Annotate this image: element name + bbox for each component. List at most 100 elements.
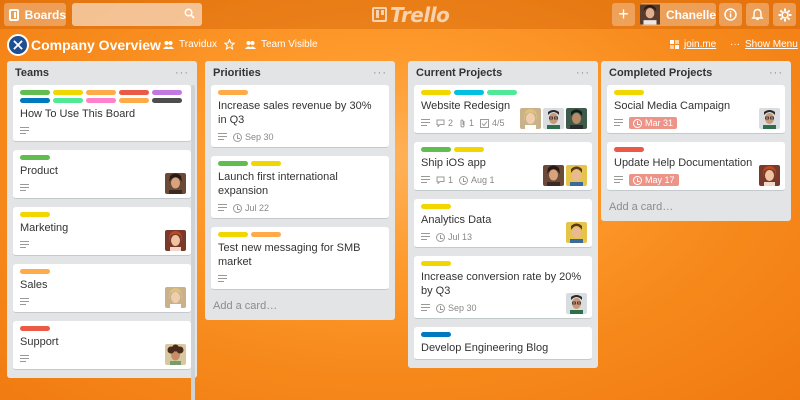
card[interactable]: How To Use This Board xyxy=(13,85,191,142)
card-label[interactable] xyxy=(86,90,116,95)
card-members xyxy=(165,173,186,194)
gear-icon xyxy=(778,8,791,21)
team-button[interactable]: Travidux xyxy=(163,39,217,50)
card-label[interactable] xyxy=(218,161,248,166)
member-avatar[interactable] xyxy=(165,287,186,308)
card-label[interactable] xyxy=(487,90,517,95)
due-date: Jul 22 xyxy=(245,203,270,213)
add-button[interactable]: + xyxy=(612,3,635,26)
notifications-button[interactable] xyxy=(746,3,769,26)
card-label[interactable] xyxy=(20,90,50,95)
card-labels xyxy=(20,90,184,103)
visibility-button[interactable]: Team Visible xyxy=(245,39,318,50)
card-label[interactable] xyxy=(454,147,484,152)
clock-icon xyxy=(459,175,469,185)
list-menu-icon[interactable]: ··· xyxy=(373,67,387,79)
search-icon[interactable] xyxy=(184,8,195,19)
card[interactable]: Social Media Campaign Mar 31 xyxy=(607,85,785,134)
card-label[interactable] xyxy=(421,261,451,266)
search-input[interactable] xyxy=(72,3,202,26)
member-avatar[interactable] xyxy=(759,165,780,186)
card-title: How To Use This Board xyxy=(20,108,136,120)
card-label[interactable] xyxy=(614,147,644,152)
card-label[interactable] xyxy=(251,161,281,166)
boards-button[interactable]: Boards xyxy=(4,3,66,26)
card-title: Social Media Campaign xyxy=(614,100,731,112)
card-badges xyxy=(20,296,184,308)
card-label[interactable] xyxy=(421,204,451,209)
card-label[interactable] xyxy=(20,98,50,103)
list: Current Projects ··· Website Redesign 2 1 4/5… xyxy=(408,61,598,368)
member-avatar[interactable] xyxy=(543,108,564,129)
card-label[interactable] xyxy=(251,232,281,237)
card[interactable]: Launch first international expansion Jul … xyxy=(211,156,389,219)
trello-logo[interactable]: Trello xyxy=(372,3,450,27)
card-label[interactable] xyxy=(20,269,50,274)
member-avatar[interactable] xyxy=(759,108,780,129)
card-label[interactable] xyxy=(421,90,451,95)
card[interactable]: Support xyxy=(13,321,191,370)
card-label[interactable] xyxy=(119,98,149,103)
card[interactable]: Sales xyxy=(13,264,191,313)
card-badges: Mar 31 xyxy=(614,117,778,129)
card-label[interactable] xyxy=(421,147,451,152)
card-badges xyxy=(20,239,184,251)
list-menu-icon[interactable]: ··· xyxy=(769,67,783,79)
card[interactable]: Website Redesign 2 1 4/5 xyxy=(414,85,592,134)
card-label[interactable] xyxy=(119,90,149,95)
info-button[interactable] xyxy=(719,3,742,26)
card-members xyxy=(566,293,587,314)
card-label[interactable] xyxy=(152,98,182,103)
card-label[interactable] xyxy=(614,90,644,95)
description-icon xyxy=(20,184,29,192)
card-label[interactable] xyxy=(218,90,248,95)
star-button[interactable] xyxy=(224,39,235,50)
checklist-badge: 4/5 xyxy=(480,118,505,128)
card[interactable]: Product xyxy=(13,150,191,199)
member-avatar[interactable] xyxy=(165,173,186,194)
user-menu-button[interactable]: Chanelle xyxy=(640,3,716,26)
card[interactable]: Test new messaging for SMB market xyxy=(211,227,389,290)
list-title[interactable]: Teams xyxy=(15,67,49,79)
card-label[interactable] xyxy=(421,332,451,337)
board-title[interactable]: Company Overview xyxy=(31,37,161,53)
visibility-label: Team Visible xyxy=(261,39,318,50)
add-card-button[interactable]: Add a card… xyxy=(601,199,791,221)
card-label[interactable] xyxy=(53,90,83,95)
list-scrollbar[interactable] xyxy=(191,85,195,400)
card-label[interactable] xyxy=(53,98,83,103)
show-menu-button[interactable]: ··· Show Menu xyxy=(730,39,798,50)
member-avatar[interactable] xyxy=(566,222,587,243)
member-avatar[interactable] xyxy=(566,108,587,129)
card[interactable]: Marketing xyxy=(13,207,191,256)
member-avatar[interactable] xyxy=(543,165,564,186)
list-menu-icon[interactable]: ··· xyxy=(175,67,189,79)
card[interactable]: Update Help Documentation May 17 xyxy=(607,142,785,191)
card[interactable]: Analytics Data Jul 13 xyxy=(414,199,592,248)
member-avatar[interactable] xyxy=(566,165,587,186)
member-avatar[interactable] xyxy=(165,230,186,251)
card[interactable]: Increase sales revenue by 30% in Q3 Sep 3… xyxy=(211,85,389,148)
card-badges xyxy=(20,125,184,137)
member-avatar[interactable] xyxy=(566,293,587,314)
settings-button[interactable] xyxy=(773,3,796,26)
card-label[interactable] xyxy=(20,326,50,331)
add-card-button[interactable]: Add a card… xyxy=(205,298,395,320)
list-title[interactable]: Priorities xyxy=(213,67,261,79)
member-avatar[interactable] xyxy=(165,344,186,365)
list-title[interactable]: Current Projects xyxy=(416,67,502,79)
card-label[interactable] xyxy=(454,90,484,95)
card-label[interactable] xyxy=(86,98,116,103)
list-menu-icon[interactable]: ··· xyxy=(576,67,590,79)
list-title[interactable]: Completed Projects xyxy=(609,67,712,79)
card-label[interactable] xyxy=(152,90,182,95)
card[interactable]: Ship iOS app 1 Aug 1 xyxy=(414,142,592,191)
card-label[interactable] xyxy=(218,232,248,237)
member-avatar[interactable] xyxy=(520,108,541,129)
card[interactable]: Develop Engineering Blog xyxy=(414,327,592,360)
more-icon: ··· xyxy=(730,39,740,50)
card[interactable]: Increase conversion rate by 20% by Q3 Sep… xyxy=(414,256,592,319)
card-label[interactable] xyxy=(20,155,50,160)
card-label[interactable] xyxy=(20,212,50,217)
join-me-button[interactable]: join.me xyxy=(670,39,716,50)
